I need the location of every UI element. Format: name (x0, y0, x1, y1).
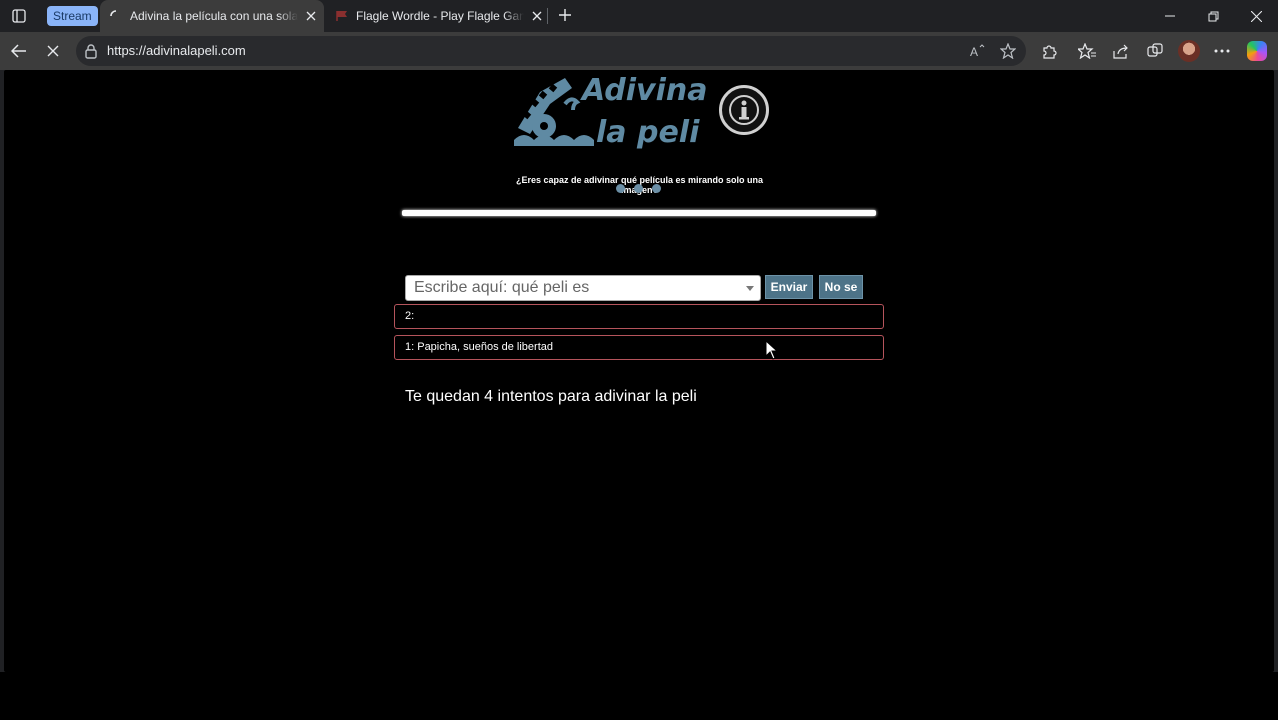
stop-icon[interactable] (42, 40, 64, 62)
url-text[interactable]: https://adivinalapeli.com (107, 43, 246, 58)
logo-line1: Adivina (580, 73, 706, 108)
loading-icon (108, 8, 124, 24)
tab-strip: Stream Adivina la película con una sola … (0, 0, 1278, 32)
read-aloud-icon[interactable]: A (969, 42, 987, 60)
favorites-icon[interactable] (1076, 40, 1098, 62)
close-icon[interactable] (302, 7, 320, 25)
back-arrow-icon[interactable] (8, 40, 30, 62)
copilot-icon[interactable] (1247, 41, 1267, 61)
tab-title: Flagle Wordle - Play Flagle Game (356, 9, 524, 23)
flag-icon (334, 8, 350, 24)
info-icon[interactable] (719, 85, 769, 135)
collections-icon[interactable] (1144, 40, 1166, 62)
chevron-down-icon[interactable] (746, 286, 754, 291)
minimize-icon[interactable] (1148, 0, 1192, 32)
tab-title: Adivina la película con una sola imagen (130, 9, 298, 23)
extensions-icon[interactable] (1038, 40, 1060, 62)
loading-dot (616, 184, 625, 193)
loading-dot (634, 184, 643, 193)
remaining-attempts-text: Te quedan 4 intentos para adivinar la pe… (405, 388, 697, 405)
attempt-row: 2: (394, 304, 884, 329)
bottom-strip (0, 672, 1278, 720)
address-bar[interactable]: https://adivinalapeli.com A (76, 36, 1026, 66)
stream-badge[interactable]: Stream (47, 6, 98, 26)
browser-toolbar: https://adivinalapeli.com A (0, 32, 1278, 70)
close-window-icon[interactable] (1234, 0, 1278, 32)
tab-flagle[interactable]: Flagle Wordle - Play Flagle Game (326, 0, 546, 32)
restore-icon[interactable] (1191, 0, 1235, 32)
tab-actions-icon[interactable] (8, 5, 30, 27)
plus-icon[interactable] (555, 5, 575, 25)
skip-button[interactable]: No se (819, 275, 863, 299)
movie-guess-input[interactable] (406, 276, 736, 300)
page-viewport: Adivina la peli ¿Eres capaz de adivinar … (4, 70, 1274, 672)
progress-bar (402, 210, 876, 216)
share-icon[interactable] (1110, 40, 1132, 62)
more-icon[interactable] (1211, 40, 1233, 62)
cursor-icon (765, 340, 779, 360)
favorite-star-icon[interactable] (999, 42, 1017, 60)
site-logo[interactable]: Adivina la peli (510, 70, 706, 150)
close-icon[interactable] (528, 7, 546, 25)
tab-adivina[interactable]: Adivina la película con una sola imagen (100, 0, 324, 32)
movie-guess-combobox[interactable] (405, 275, 761, 301)
lock-icon[interactable] (84, 43, 100, 59)
profile-avatar[interactable] (1178, 40, 1200, 62)
tab-divider (547, 8, 548, 24)
svg-text:A: A (970, 45, 978, 58)
loading-dots (616, 184, 661, 193)
submit-button[interactable]: Enviar (765, 275, 813, 299)
logo-line2: la peli (596, 115, 700, 150)
attempt-row: 1: Papicha, sueños de libertad (394, 335, 884, 360)
loading-dot (652, 184, 661, 193)
